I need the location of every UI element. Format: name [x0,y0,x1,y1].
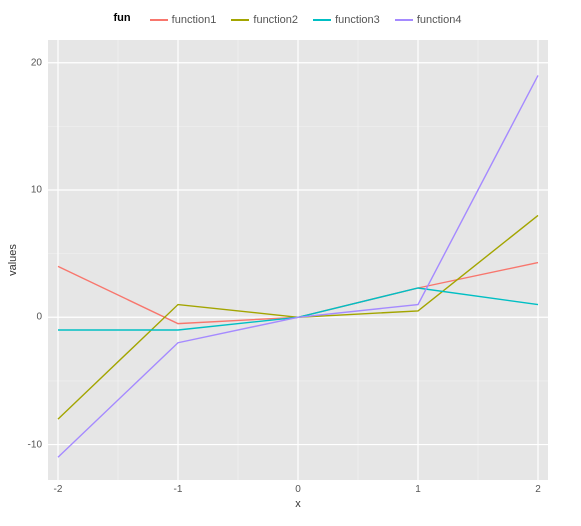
x-tick-label: -1 [174,484,183,495]
legend-swatch-icon [313,19,331,21]
x-tick-label: -2 [54,484,63,495]
legend-swatch-icon [150,19,168,21]
legend-swatch-icon [231,19,249,21]
chart-container: fun function1 function2 function3 functi… [0,0,581,526]
legend: fun function1 function2 function3 functi… [0,12,581,26]
y-tick-label: 20 [31,57,42,68]
plot-svg [48,40,548,480]
legend-label: function3 [335,14,380,26]
x-tick-label: 0 [295,484,301,495]
y-tick-label: -10 [28,439,42,450]
legend-item: function4 [395,14,462,26]
legend-label: function1 [172,14,217,26]
legend-swatch-icon [395,19,413,21]
legend-title: fun [114,12,131,24]
legend-item: function1 [150,14,217,26]
legend-item: function3 [313,14,380,26]
y-tick-label: 0 [36,312,42,323]
legend-label: function2 [253,14,298,26]
legend-item: function2 [231,14,298,26]
x-tick-label: 2 [535,484,541,495]
x-tick-label: 1 [415,484,421,495]
x-axis-title: x [48,498,548,510]
y-axis-title: values [6,40,20,480]
y-tick-label: 10 [31,185,42,196]
plot-panel [48,40,548,480]
legend-label: function4 [417,14,462,26]
